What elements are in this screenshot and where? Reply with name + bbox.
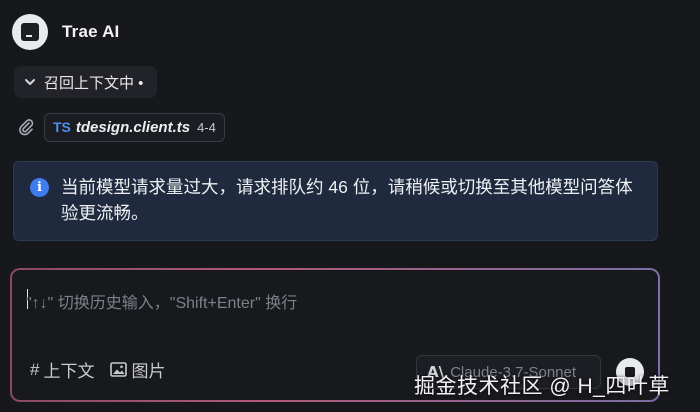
notice-text: 当前模型请求量过大，请求排队约 46 位，请稍候或切换至其他模型问答体验更流畅。 <box>61 177 633 223</box>
chevron-down-icon <box>24 76 36 88</box>
typescript-icon: TS <box>53 119 71 135</box>
hash-icon: # <box>30 359 40 379</box>
info-icon: i <box>30 178 49 197</box>
header: Trae AI <box>12 13 119 51</box>
watermark: 掘金技术社区 @ H_四叶草 <box>414 375 670 398</box>
add-context-label: 上下文 <box>43 362 95 381</box>
file-chip[interactable]: TS tdesign.client.ts 4-4 <box>44 112 225 142</box>
file-name: tdesign.client.ts <box>75 118 191 136</box>
add-image-label: 图片 <box>131 362 166 381</box>
line-range: 4-4 <box>197 119 216 135</box>
add-image-button[interactable]: 图片 <box>110 357 165 382</box>
recall-context-toggle[interactable]: 召回上下文中 • <box>14 66 158 98</box>
trae-logo-icon <box>12 14 48 50</box>
queue-notice: i 当前模型请求量过大，请求排队约 46 位，请稍候或切换至其他模型问答体验更流… <box>13 161 658 241</box>
assistant-name: Trae AI <box>62 22 120 41</box>
recall-context-label: 召回上下文中 • <box>44 74 144 92</box>
chat-panel: Trae AI 召回上下文中 • TS tdesign.client.ts 4-… <box>0 0 700 412</box>
image-icon <box>110 362 128 377</box>
chat-input[interactable]: "↑↓" 切换历史输入，"Shift+Enter" 换行 <box>26 289 297 313</box>
input-toolbar: # 上下文 图片 <box>30 357 165 382</box>
paperclip-icon <box>18 118 34 136</box>
file-reference-row: TS tdesign.client.ts 4-4 <box>18 112 225 142</box>
add-context-button[interactable]: # 上下文 <box>30 357 94 382</box>
